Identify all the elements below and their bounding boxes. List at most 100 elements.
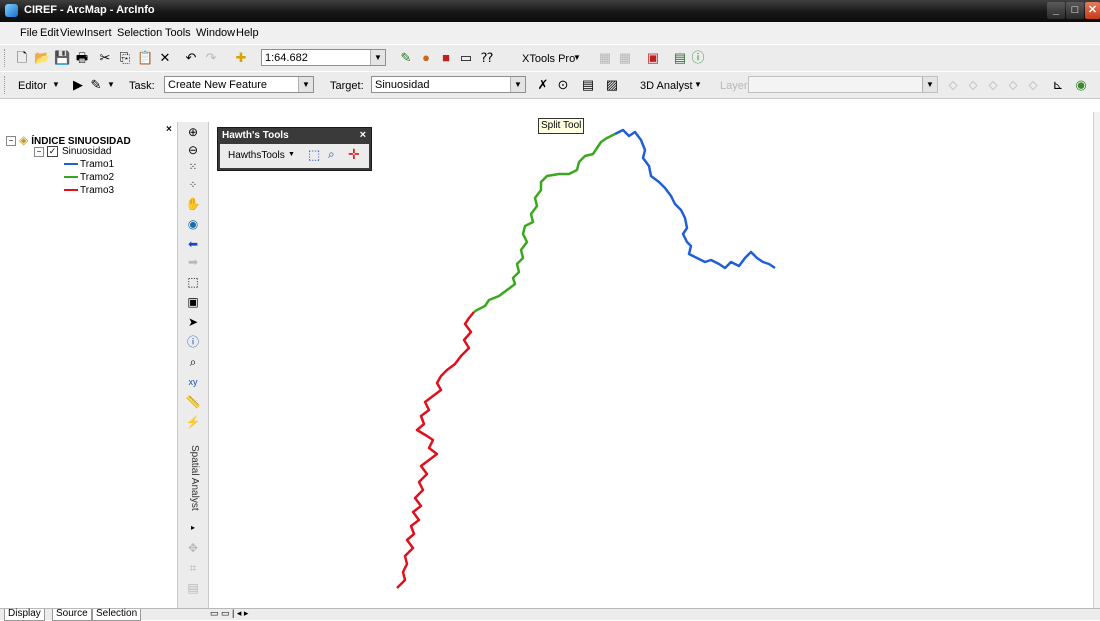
editor-menu[interactable]: Editor [18, 80, 47, 92]
close-icon[interactable]: × [360, 129, 366, 141]
add-data-icon[interactable]: ✚ [233, 50, 249, 66]
3d-tool-icon[interactable]: ⬦ [1005, 77, 1021, 93]
hyperlink-icon[interactable]: ⚡ [185, 414, 201, 430]
arcscene-icon[interactable]: ◉ [1073, 77, 1089, 93]
menu-help[interactable]: Help [236, 27, 259, 39]
identify-icon[interactable]: ⓘ [185, 334, 201, 350]
spatial-analyst-tool-icon[interactable]: ▤ [185, 580, 201, 596]
close-icon[interactable]: × [166, 124, 172, 135]
profile-graph-icon[interactable]: ⊾ [1050, 77, 1066, 93]
chevron-down-icon[interactable]: ▼ [288, 151, 295, 158]
chevron-down-icon[interactable]: ▼ [510, 77, 525, 92]
cut-icon[interactable]: ✂ [97, 50, 113, 66]
toolbox-icon[interactable]: ■ [438, 50, 454, 66]
dataframe-item[interactable]: − ◈ ÍNDICE SINUOSIDAD [6, 133, 131, 147]
close-button[interactable]: ✕ [1085, 2, 1100, 19]
menu-view[interactable]: View [60, 27, 84, 39]
menu-tools[interactable]: Tools [165, 27, 191, 39]
chevron-down-icon[interactable]: ▼ [48, 77, 64, 93]
chevron-down-icon[interactable]: ▼ [690, 77, 706, 93]
new-document-icon[interactable]: 🗋 [14, 50, 30, 66]
3d-tool-icon[interactable]: ⬦ [1025, 77, 1041, 93]
back-icon[interactable]: ⬅ [185, 236, 201, 252]
river-map[interactable] [209, 112, 1093, 610]
split-tool-icon[interactable]: ✗ [535, 77, 551, 93]
fixed-zoom-out-icon[interactable]: ⁘ [185, 178, 201, 194]
collapse-icon[interactable]: − [6, 136, 16, 147]
3d-tool-icon[interactable]: ⬦ [945, 77, 961, 93]
redo-icon[interactable]: ↷ [203, 50, 219, 66]
toolbar-grip[interactable] [4, 76, 8, 94]
target-combo[interactable]: Sinuosidad ▼ [371, 76, 526, 93]
zoom-in-icon[interactable]: ⊕ [185, 124, 201, 140]
river-tramo3[interactable] [396, 311, 475, 589]
measure-icon[interactable]: 📏 [185, 394, 201, 410]
spatial-analyst-tool-icon[interactable]: ✥ [185, 540, 201, 556]
task-combo[interactable]: Create New Feature ▼ [164, 76, 314, 93]
paste-icon[interactable]: 📋 [137, 50, 153, 66]
forward-icon[interactable]: ➡ [185, 254, 201, 270]
layer-item-sinuosidad[interactable]: − ✓ Sinuosidad [34, 146, 111, 157]
editor-toolbar-icon[interactable]: ✎ [398, 50, 414, 66]
command-line-icon[interactable]: ▭ [458, 50, 474, 66]
maximize-button[interactable]: □ [1066, 2, 1084, 19]
attributes-icon[interactable]: ▤ [580, 77, 596, 93]
chevron-down-icon[interactable]: ▼ [103, 77, 119, 93]
find-icon[interactable]: ⌕ [185, 354, 201, 370]
menu-window[interactable]: Window [196, 27, 235, 39]
selection-box-icon[interactable]: ⬚ [308, 147, 320, 163]
info-icon[interactable]: ⓘ [690, 50, 706, 66]
pan-icon[interactable]: ✋ [185, 196, 201, 212]
river-tramo2[interactable] [473, 132, 616, 314]
collapse-icon[interactable]: − [34, 146, 44, 157]
xtools-menu[interactable]: XTools Pro [522, 53, 575, 65]
minimize-button[interactable]: _ [1047, 2, 1065, 19]
chevron-down-icon[interactable]: ▼ [569, 50, 585, 66]
river-tramo1[interactable] [614, 128, 776, 270]
go-to-xy-icon[interactable]: xy [185, 374, 201, 390]
select-features-icon[interactable]: ⬚ [185, 274, 201, 290]
save-icon[interactable]: 💾 [54, 50, 70, 66]
3d-tool-icon[interactable]: ⬦ [985, 77, 1001, 93]
arctoolbox-icon[interactable]: ● [418, 50, 434, 66]
menu-file[interactable]: File [20, 27, 38, 39]
whats-this-icon[interactable]: ⁇ [479, 50, 495, 66]
xtools-grid-icon[interactable]: ▤ [672, 50, 688, 66]
tab-source[interactable]: Source [52, 609, 92, 621]
spatial-analyst-tool-icon[interactable]: ⌗ [185, 560, 201, 576]
menu-selection[interactable]: Selection [117, 27, 162, 39]
sketch-tool-icon[interactable]: ✎ [88, 77, 104, 93]
open-icon[interactable]: 📂 [34, 50, 50, 66]
chevron-down-icon[interactable]: ▼ [370, 50, 385, 65]
select-elements-icon[interactable]: ➤ [185, 314, 201, 330]
full-extent-icon[interactable]: ◉ [185, 216, 201, 232]
rotate-tool-icon[interactable]: ⊙ [555, 77, 571, 93]
copy-icon[interactable]: ⎘ [117, 50, 133, 66]
clear-selection-icon[interactable]: ▣ [185, 294, 201, 310]
zoom-out-icon[interactable]: ⊖ [185, 142, 201, 158]
toolbar-grip[interactable] [4, 49, 8, 67]
layout-view-icons[interactable]: ▭ ▭ | ◂ ▸ [210, 609, 248, 618]
chevron-down-icon[interactable]: ▼ [922, 77, 937, 92]
edit-tool-icon[interactable]: ▶ [70, 77, 86, 93]
3d-tool-icon[interactable]: ⬦ [965, 77, 981, 93]
fixed-zoom-in-icon[interactable]: ⁙ [185, 160, 201, 176]
sketch-properties-icon[interactable]: ▨ [604, 77, 620, 93]
menu-insert[interactable]: Insert [84, 27, 112, 39]
map-vertical-scrollbar[interactable] [1093, 112, 1100, 610]
xtools-tool-icon[interactable]: ▦ [597, 50, 613, 66]
chevron-down-icon[interactable]: ▼ [298, 77, 313, 92]
chevron-right-icon[interactable]: ▸ [185, 520, 201, 536]
crosshair-icon[interactable]: ✛ [348, 146, 360, 163]
tab-selection[interactable]: Selection [92, 609, 142, 621]
layer-combo[interactable]: ▼ [748, 76, 938, 93]
zoom-selection-icon[interactable]: ⌕ [328, 147, 335, 162]
delete-icon[interactable]: ✕ [157, 50, 173, 66]
map-display[interactable] [209, 112, 1093, 610]
print-icon[interactable]: 🖶 [74, 50, 90, 66]
menu-edit[interactable]: Edit [40, 27, 59, 39]
tab-display[interactable]: Display [4, 609, 45, 621]
3d-analyst-menu[interactable]: 3D Analyst [640, 80, 693, 92]
layer-visibility-checkbox[interactable]: ✓ [47, 146, 58, 157]
xtools-tool-icon[interactable]: ▦ [617, 50, 633, 66]
